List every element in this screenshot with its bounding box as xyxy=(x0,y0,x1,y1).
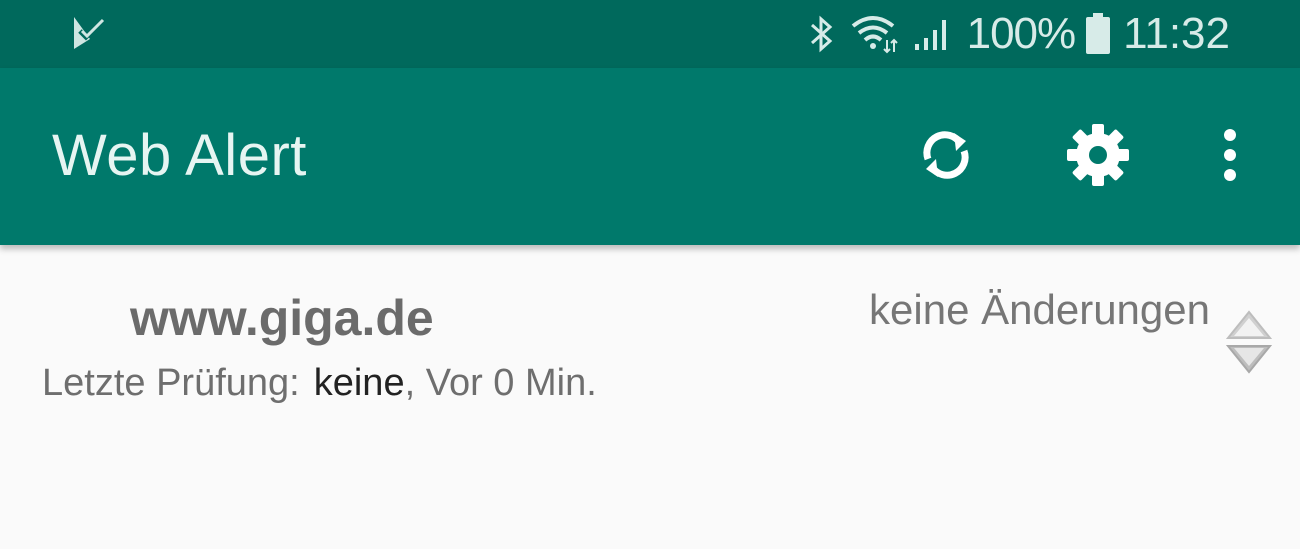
refresh-button[interactable] xyxy=(911,120,981,190)
app-bar: Web Alert xyxy=(0,68,1300,245)
bluetooth-icon xyxy=(810,15,832,53)
battery-percent: 100% xyxy=(966,9,1077,58)
last-check-value: keine xyxy=(313,362,405,404)
last-check-time: , Vor 0 Min. xyxy=(404,362,597,404)
last-check-line: Letzte Prüfung: keine, Vor 0 Min. xyxy=(42,362,597,405)
overflow-menu-button[interactable] xyxy=(1195,120,1265,190)
alert-status: keine Änderungen xyxy=(869,286,1210,333)
status-bar: 100% 11:32 xyxy=(0,0,1300,68)
drag-handle-icon[interactable] xyxy=(1224,306,1274,378)
settings-icon xyxy=(1067,124,1129,186)
overflow-menu-icon xyxy=(1224,129,1236,181)
clock: 11:32 xyxy=(1123,9,1230,58)
last-check-label: Letzte Prüfung: xyxy=(42,362,300,404)
notification-check-icon xyxy=(74,17,106,49)
wifi-icon xyxy=(851,16,898,54)
signal-icon xyxy=(914,20,946,50)
settings-button[interactable] xyxy=(1063,120,1133,190)
battery-icon xyxy=(1086,13,1111,54)
refresh-icon xyxy=(923,131,969,179)
alert-url: www.giga.de xyxy=(130,290,434,346)
app-title: Web Alert xyxy=(52,123,307,188)
